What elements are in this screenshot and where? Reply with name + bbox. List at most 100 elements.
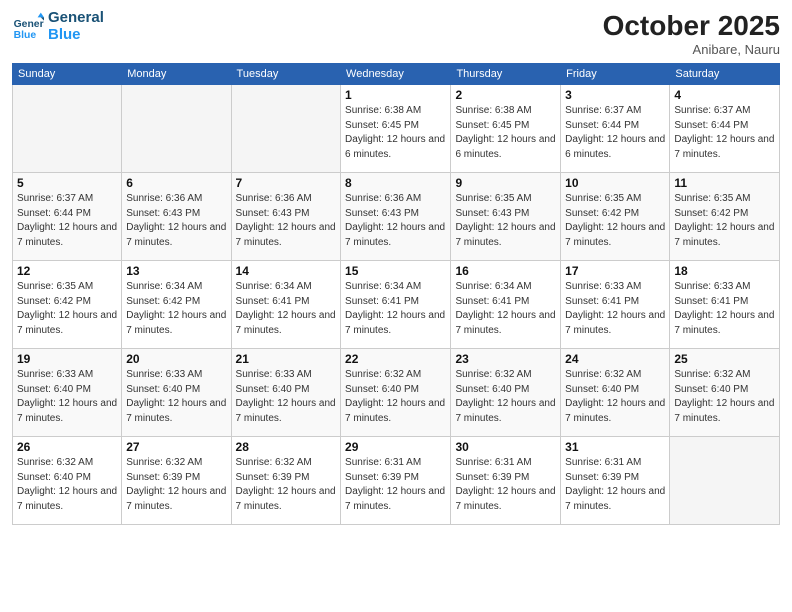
calendar-cell: 1 Sunrise: 6:38 AM Sunset: 6:45 PM Daylig… bbox=[341, 85, 451, 173]
day-info: Sunrise: 6:36 AM Sunset: 6:43 PM Dayligh… bbox=[345, 192, 446, 250]
day-info: Sunrise: 6:31 AM Sunset: 6:39 PM Dayligh… bbox=[455, 456, 556, 514]
day-number: 2 bbox=[455, 88, 556, 102]
col-header-thursday: Thursday bbox=[451, 64, 561, 85]
calendar-cell: 3 Sunrise: 6:37 AM Sunset: 6:44 PM Daylig… bbox=[561, 85, 670, 173]
calendar-cell bbox=[122, 85, 231, 173]
day-number: 12 bbox=[17, 264, 117, 278]
calendar-cell: 8 Sunrise: 6:36 AM Sunset: 6:43 PM Daylig… bbox=[341, 173, 451, 261]
calendar-cell: 24 Sunrise: 6:32 AM Sunset: 6:40 PM Dayli… bbox=[561, 349, 670, 437]
day-number: 8 bbox=[345, 176, 446, 190]
day-info: Sunrise: 6:36 AM Sunset: 6:43 PM Dayligh… bbox=[236, 192, 336, 250]
day-info: Sunrise: 6:32 AM Sunset: 6:39 PM Dayligh… bbox=[126, 456, 226, 514]
day-number: 20 bbox=[126, 352, 226, 366]
day-info: Sunrise: 6:33 AM Sunset: 6:41 PM Dayligh… bbox=[565, 280, 665, 338]
day-number: 21 bbox=[236, 352, 336, 366]
svg-text:Blue: Blue bbox=[14, 30, 37, 41]
week-row: 5 Sunrise: 6:37 AM Sunset: 6:44 PM Daylig… bbox=[13, 173, 780, 261]
page: General Blue General Blue October 2025 A… bbox=[0, 0, 792, 612]
col-header-wednesday: Wednesday bbox=[341, 64, 451, 85]
day-info: Sunrise: 6:34 AM Sunset: 6:41 PM Dayligh… bbox=[236, 280, 336, 338]
col-header-saturday: Saturday bbox=[670, 64, 780, 85]
calendar-cell: 20 Sunrise: 6:33 AM Sunset: 6:40 PM Dayli… bbox=[122, 349, 231, 437]
day-info: Sunrise: 6:34 AM Sunset: 6:42 PM Dayligh… bbox=[126, 280, 226, 338]
calendar-cell: 29Sunrise: 6:31 AM Sunset: 6:39 PM Dayli… bbox=[341, 437, 451, 525]
header: General Blue General Blue October 2025 A… bbox=[12, 10, 780, 57]
calendar-cell: 25 Sunrise: 6:32 AM Sunset: 6:40 PM Dayli… bbox=[670, 349, 780, 437]
day-info: Sunrise: 6:35 AM Sunset: 6:43 PM Dayligh… bbox=[455, 192, 556, 250]
day-info: Sunrise: 6:35 AM Sunset: 6:42 PM Dayligh… bbox=[17, 280, 117, 338]
day-number: 1 bbox=[345, 88, 446, 102]
week-row: 19 Sunrise: 6:33 AM Sunset: 6:40 PM Dayli… bbox=[13, 349, 780, 437]
day-info: Sunrise: 6:37 AM Sunset: 6:44 PM Dayligh… bbox=[17, 192, 117, 250]
day-number: 23 bbox=[455, 352, 556, 366]
day-number: 5 bbox=[17, 176, 117, 190]
day-info: Sunrise: 6:35 AM Sunset: 6:42 PM Dayligh… bbox=[565, 192, 665, 250]
day-number: 4 bbox=[674, 88, 775, 102]
day-number: 11 bbox=[674, 176, 775, 190]
calendar-cell: 27 Sunrise: 6:32 AM Sunset: 6:39 PM Dayli… bbox=[122, 437, 231, 525]
logo: General Blue General Blue bbox=[12, 10, 104, 43]
header-row: SundayMondayTuesdayWednesdayThursdayFrid… bbox=[13, 64, 780, 85]
svg-text:General: General bbox=[14, 19, 44, 30]
day-number: 13 bbox=[126, 264, 226, 278]
calendar-cell: 10 Sunrise: 6:35 AM Sunset: 6:42 PM Dayli… bbox=[561, 173, 670, 261]
day-info: Sunrise: 6:33 AM Sunset: 6:40 PM Dayligh… bbox=[126, 368, 226, 426]
day-info: Sunrise: 6:35 AM Sunset: 6:42 PM Dayligh… bbox=[674, 192, 775, 250]
day-info: Sunrise: 6:32 AM Sunset: 6:40 PM Dayligh… bbox=[565, 368, 665, 426]
day-info: Sunrise: 6:37 AM Sunset: 6:44 PM Dayligh… bbox=[565, 104, 665, 162]
day-info: Sunrise: 6:34 AM Sunset: 6:41 PM Dayligh… bbox=[345, 280, 446, 338]
calendar-cell bbox=[231, 85, 340, 173]
calendar-cell: 23 Sunrise: 6:32 AM Sunset: 6:40 PM Dayli… bbox=[451, 349, 561, 437]
calendar: SundayMondayTuesdayWednesdayThursdayFrid… bbox=[12, 63, 780, 525]
col-header-friday: Friday bbox=[561, 64, 670, 85]
day-info: Sunrise: 6:32 AM Sunset: 6:39 PM Dayligh… bbox=[236, 456, 336, 514]
calendar-cell: 14 Sunrise: 6:34 AM Sunset: 6:41 PM Dayli… bbox=[231, 261, 340, 349]
day-info: Sunrise: 6:38 AM Sunset: 6:45 PM Dayligh… bbox=[455, 104, 556, 162]
day-info: Sunrise: 6:32 AM Sunset: 6:40 PM Dayligh… bbox=[674, 368, 775, 426]
day-number: 10 bbox=[565, 176, 665, 190]
calendar-cell: 31 Sunrise: 6:31 AM Sunset: 6:39 PM Dayli… bbox=[561, 437, 670, 525]
calendar-cell: 28 Sunrise: 6:32 AM Sunset: 6:39 PM Dayli… bbox=[231, 437, 340, 525]
day-number: 24 bbox=[565, 352, 665, 366]
calendar-cell: 12 Sunrise: 6:35 AM Sunset: 6:42 PM Dayli… bbox=[13, 261, 122, 349]
col-header-tuesday: Tuesday bbox=[231, 64, 340, 85]
calendar-cell: 21Sunrise: 6:33 AM Sunset: 6:40 PM Dayli… bbox=[231, 349, 340, 437]
day-number: 30 bbox=[455, 440, 556, 454]
calendar-cell: 7 Sunrise: 6:36 AM Sunset: 6:43 PM Daylig… bbox=[231, 173, 340, 261]
day-number: 7 bbox=[236, 176, 336, 190]
day-info: Sunrise: 6:32 AM Sunset: 6:40 PM Dayligh… bbox=[17, 456, 117, 514]
day-info: Sunrise: 6:36 AM Sunset: 6:43 PM Dayligh… bbox=[126, 192, 226, 250]
day-number: 17 bbox=[565, 264, 665, 278]
day-number: 31 bbox=[565, 440, 665, 454]
day-info: Sunrise: 6:33 AM Sunset: 6:40 PM Dayligh… bbox=[17, 368, 117, 426]
calendar-cell: 4 Sunrise: 6:37 AM Sunset: 6:44 PM Daylig… bbox=[670, 85, 780, 173]
day-number: 25 bbox=[674, 352, 775, 366]
day-info: Sunrise: 6:37 AM Sunset: 6:44 PM Dayligh… bbox=[674, 104, 775, 162]
month-title: October 2025 bbox=[603, 10, 780, 42]
calendar-cell: 5 Sunrise: 6:37 AM Sunset: 6:44 PM Daylig… bbox=[13, 173, 122, 261]
day-number: 18 bbox=[674, 264, 775, 278]
day-number: 3 bbox=[565, 88, 665, 102]
calendar-cell: 13 Sunrise: 6:34 AM Sunset: 6:42 PM Dayli… bbox=[122, 261, 231, 349]
col-header-monday: Monday bbox=[122, 64, 231, 85]
logo-general: General bbox=[48, 10, 104, 27]
calendar-cell: 9 Sunrise: 6:35 AM Sunset: 6:43 PM Daylig… bbox=[451, 173, 561, 261]
day-info: Sunrise: 6:32 AM Sunset: 6:40 PM Dayligh… bbox=[455, 368, 556, 426]
calendar-cell: 19 Sunrise: 6:33 AM Sunset: 6:40 PM Dayli… bbox=[13, 349, 122, 437]
day-number: 14 bbox=[236, 264, 336, 278]
day-number: 27 bbox=[126, 440, 226, 454]
day-number: 6 bbox=[126, 176, 226, 190]
week-row: 12 Sunrise: 6:35 AM Sunset: 6:42 PM Dayli… bbox=[13, 261, 780, 349]
day-info: Sunrise: 6:38 AM Sunset: 6:45 PM Dayligh… bbox=[345, 104, 446, 162]
day-number: 9 bbox=[455, 176, 556, 190]
logo-blue: Blue bbox=[48, 27, 104, 44]
day-number: 19 bbox=[17, 352, 117, 366]
day-number: 26 bbox=[17, 440, 117, 454]
day-number: 28 bbox=[236, 440, 336, 454]
col-header-sunday: Sunday bbox=[13, 64, 122, 85]
day-info: Sunrise: 6:31 AM Sunset: 6:39 PM Dayligh… bbox=[345, 456, 446, 514]
title-block: October 2025 Anibare, Nauru bbox=[603, 10, 780, 57]
day-number: 15 bbox=[345, 264, 446, 278]
week-row: 26 Sunrise: 6:32 AM Sunset: 6:40 PM Dayli… bbox=[13, 437, 780, 525]
day-info: Sunrise: 6:31 AM Sunset: 6:39 PM Dayligh… bbox=[565, 456, 665, 514]
